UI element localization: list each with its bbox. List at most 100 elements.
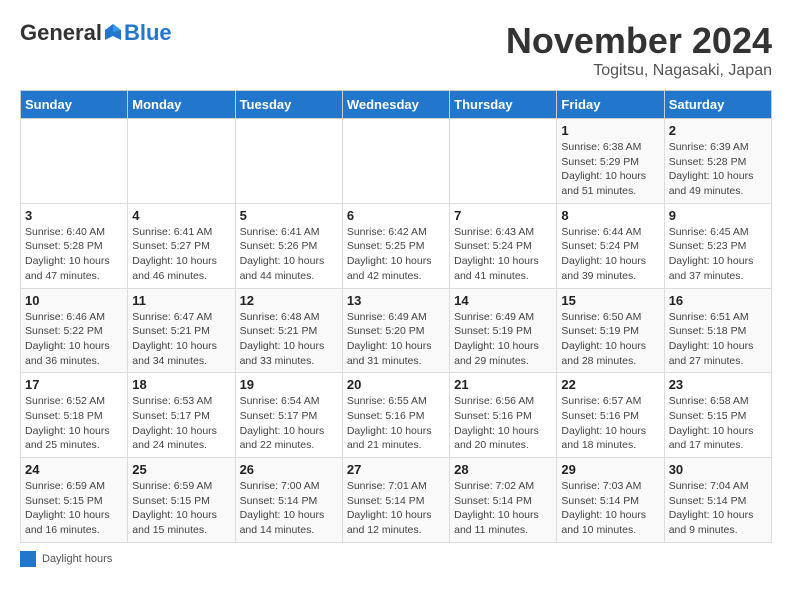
- day-info: Sunrise: 6:38 AM Sunset: 5:29 PM Dayligh…: [561, 140, 659, 199]
- calendar-cell-w0-d2: [235, 119, 342, 204]
- day-number: 17: [25, 377, 123, 392]
- day-number: 26: [240, 462, 338, 477]
- calendar-cell-w3-d4: 21 Sunrise: 6:56 AM Sunset: 5:16 PM Dayli…: [450, 373, 557, 458]
- day-info: Sunrise: 6:59 AM Sunset: 5:15 PM Dayligh…: [25, 479, 123, 538]
- day-number: 22: [561, 377, 659, 392]
- day-info: Sunrise: 6:44 AM Sunset: 5:24 PM Dayligh…: [561, 225, 659, 284]
- calendar-cell-w0-d6: 2 Sunrise: 6:39 AM Sunset: 5:28 PM Daylig…: [664, 119, 771, 204]
- day-number: 18: [132, 377, 230, 392]
- calendar-cell-w1-d3: 6 Sunrise: 6:42 AM Sunset: 5:25 PM Daylig…: [342, 203, 449, 288]
- day-number: 4: [132, 208, 230, 223]
- day-number: 19: [240, 377, 338, 392]
- day-info: Sunrise: 6:50 AM Sunset: 5:19 PM Dayligh…: [561, 310, 659, 369]
- day-number: 7: [454, 208, 552, 223]
- dow-header-friday: Friday: [557, 91, 664, 119]
- day-info: Sunrise: 6:55 AM Sunset: 5:16 PM Dayligh…: [347, 394, 445, 453]
- day-number: 15: [561, 293, 659, 308]
- calendar-cell-w2-d3: 13 Sunrise: 6:49 AM Sunset: 5:20 PM Dayli…: [342, 288, 449, 373]
- day-info: Sunrise: 7:04 AM Sunset: 5:14 PM Dayligh…: [669, 479, 767, 538]
- day-number: 8: [561, 208, 659, 223]
- day-number: 9: [669, 208, 767, 223]
- calendar-cell-w4-d4: 28 Sunrise: 7:02 AM Sunset: 5:14 PM Dayli…: [450, 458, 557, 543]
- calendar-cell-w4-d2: 26 Sunrise: 7:00 AM Sunset: 5:14 PM Dayli…: [235, 458, 342, 543]
- calendar-cell-w1-d0: 3 Sunrise: 6:40 AM Sunset: 5:28 PM Daylig…: [21, 203, 128, 288]
- day-number: 11: [132, 293, 230, 308]
- dow-header-saturday: Saturday: [664, 91, 771, 119]
- day-number: 28: [454, 462, 552, 477]
- day-info: Sunrise: 6:42 AM Sunset: 5:25 PM Dayligh…: [347, 225, 445, 284]
- calendar-cell-w1-d2: 5Sunrise: 6:41 AM Sunset: 5:26 PM Daylig…: [235, 203, 342, 288]
- legend-label: Daylight hours: [42, 553, 112, 565]
- day-number: 6: [347, 208, 445, 223]
- day-number: 25: [132, 462, 230, 477]
- day-info: Sunrise: 6:58 AM Sunset: 5:15 PM Dayligh…: [669, 394, 767, 453]
- logo-blue-text: Blue: [124, 20, 172, 46]
- dow-header-thursday: Thursday: [450, 91, 557, 119]
- calendar-cell-w0-d3: [342, 119, 449, 204]
- day-info: Sunrise: 6:57 AM Sunset: 5:16 PM Dayligh…: [561, 394, 659, 453]
- day-info: Sunrise: 6:48 AM Sunset: 5:21 PM Dayligh…: [240, 310, 338, 369]
- day-number: 14: [454, 293, 552, 308]
- calendar-cell-w2-d2: 12 Sunrise: 6:48 AM Sunset: 5:21 PM Dayli…: [235, 288, 342, 373]
- calendar-cell-w3-d6: 23 Sunrise: 6:58 AM Sunset: 5:15 PM Dayli…: [664, 373, 771, 458]
- legend-box-icon: [20, 551, 36, 567]
- day-number: 24: [25, 462, 123, 477]
- day-info: Sunrise: 6:41 AM Sunset: 5:26 PM Dayligh…: [240, 225, 338, 284]
- calendar-cell-w2-d4: 14 Sunrise: 6:49 AM Sunset: 5:19 PM Dayli…: [450, 288, 557, 373]
- day-info: Sunrise: 6:47 AM Sunset: 5:21 PM Dayligh…: [132, 310, 230, 369]
- calendar-cell-w1-d5: 8 Sunrise: 6:44 AM Sunset: 5:24 PM Daylig…: [557, 203, 664, 288]
- day-number: 23: [669, 377, 767, 392]
- day-info: Sunrise: 7:01 AM Sunset: 5:14 PM Dayligh…: [347, 479, 445, 538]
- logo: General Blue: [20, 20, 172, 46]
- calendar-cell-w3-d1: 18 Sunrise: 6:53 AM Sunset: 5:17 PM Dayli…: [128, 373, 235, 458]
- day-number: 13: [347, 293, 445, 308]
- day-number: 21: [454, 377, 552, 392]
- day-number: 30: [669, 462, 767, 477]
- day-number: 29: [561, 462, 659, 477]
- calendar-cell-w4-d3: 27 Sunrise: 7:01 AM Sunset: 5:14 PM Dayli…: [342, 458, 449, 543]
- calendar-cell-w3-d0: 17Sunrise: 6:52 AM Sunset: 5:18 PM Dayli…: [21, 373, 128, 458]
- calendar-cell-w0-d0: [21, 119, 128, 204]
- calendar-cell-w3-d3: 20Sunrise: 6:55 AM Sunset: 5:16 PM Dayli…: [342, 373, 449, 458]
- day-number: 12: [240, 293, 338, 308]
- calendar-table: SundayMondayTuesdayWednesdayThursdayFrid…: [20, 90, 772, 543]
- day-number: 1: [561, 123, 659, 138]
- day-info: Sunrise: 6:43 AM Sunset: 5:24 PM Dayligh…: [454, 225, 552, 284]
- calendar-cell-w1-d6: 9 Sunrise: 6:45 AM Sunset: 5:23 PM Daylig…: [664, 203, 771, 288]
- day-info: Sunrise: 6:45 AM Sunset: 5:23 PM Dayligh…: [669, 225, 767, 284]
- day-number: 16: [669, 293, 767, 308]
- calendar-cell-w2-d6: 16 Sunrise: 6:51 AM Sunset: 5:18 PM Dayli…: [664, 288, 771, 373]
- location: Togitsu, Nagasaki, Japan: [506, 62, 772, 80]
- day-info: Sunrise: 6:51 AM Sunset: 5:18 PM Dayligh…: [669, 310, 767, 369]
- day-number: 27: [347, 462, 445, 477]
- day-info: Sunrise: 6:49 AM Sunset: 5:19 PM Dayligh…: [454, 310, 552, 369]
- day-info: Sunrise: 6:40 AM Sunset: 5:28 PM Dayligh…: [25, 225, 123, 284]
- calendar-cell-w4-d0: 24 Sunrise: 6:59 AM Sunset: 5:15 PM Dayli…: [21, 458, 128, 543]
- dow-header-wednesday: Wednesday: [342, 91, 449, 119]
- day-number: 2: [669, 123, 767, 138]
- calendar-cell-w4-d1: 25 Sunrise: 6:59 AM Sunset: 5:15 PM Dayli…: [128, 458, 235, 543]
- dow-header-tuesday: Tuesday: [235, 91, 342, 119]
- day-info: Sunrise: 7:00 AM Sunset: 5:14 PM Dayligh…: [240, 479, 338, 538]
- calendar-cell-w2-d5: 15 Sunrise: 6:50 AM Sunset: 5:19 PM Dayli…: [557, 288, 664, 373]
- day-info: Sunrise: 6:59 AM Sunset: 5:15 PM Dayligh…: [132, 479, 230, 538]
- day-info: Sunrise: 7:02 AM Sunset: 5:14 PM Dayligh…: [454, 479, 552, 538]
- day-info: Sunrise: 6:49 AM Sunset: 5:20 PM Dayligh…: [347, 310, 445, 369]
- calendar-cell-w4-d5: 29Sunrise: 7:03 AM Sunset: 5:14 PM Dayli…: [557, 458, 664, 543]
- calendar-cell-w0-d1: [128, 119, 235, 204]
- calendar-cell-w1-d4: 7 Sunrise: 6:43 AM Sunset: 5:24 PM Daylig…: [450, 203, 557, 288]
- day-info: Sunrise: 6:41 AM Sunset: 5:27 PM Dayligh…: [132, 225, 230, 284]
- calendar-cell-w3-d5: 22 Sunrise: 6:57 AM Sunset: 5:16 PM Dayli…: [557, 373, 664, 458]
- day-info: Sunrise: 6:53 AM Sunset: 5:17 PM Dayligh…: [132, 394, 230, 453]
- day-info: Sunrise: 6:56 AM Sunset: 5:16 PM Dayligh…: [454, 394, 552, 453]
- day-info: Sunrise: 6:54 AM Sunset: 5:17 PM Dayligh…: [240, 394, 338, 453]
- calendar-cell-w2-d1: 11 Sunrise: 6:47 AM Sunset: 5:21 PM Dayli…: [128, 288, 235, 373]
- day-info: Sunrise: 6:39 AM Sunset: 5:28 PM Dayligh…: [669, 140, 767, 199]
- dow-header-sunday: Sunday: [21, 91, 128, 119]
- logo-general-text: General: [20, 20, 102, 46]
- day-number: 3: [25, 208, 123, 223]
- title-block: November 2024 Togitsu, Nagasaki, Japan: [506, 20, 772, 80]
- calendar-cell-w0-d5: 1 Sunrise: 6:38 AM Sunset: 5:29 PM Daylig…: [557, 119, 664, 204]
- calendar-cell-w3-d2: 19 Sunrise: 6:54 AM Sunset: 5:17 PM Dayli…: [235, 373, 342, 458]
- calendar-cell-w1-d1: 4 Sunrise: 6:41 AM Sunset: 5:27 PM Daylig…: [128, 203, 235, 288]
